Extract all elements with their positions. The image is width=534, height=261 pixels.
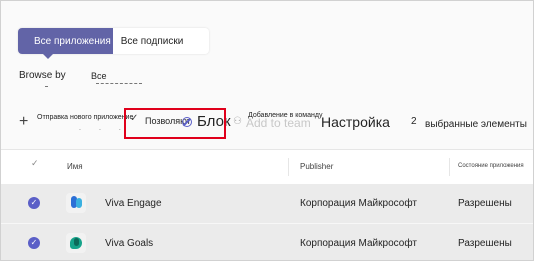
column-header-status[interactable]: Состояние приложения [458, 163, 524, 169]
select-all-checkbox[interactable]: ✓ [31, 158, 39, 169]
submit-new-app-button[interactable]: Отправка нового приложение [37, 114, 133, 121]
selected-count: 2 [411, 116, 417, 127]
app-name[interactable]: Viva Goals [105, 238, 153, 249]
column-header-name[interactable]: Имя [67, 162, 83, 171]
tab-all-apps[interactable]: Все приложения [18, 28, 113, 59]
app-name[interactable]: Viva Engage [105, 198, 162, 209]
browse-by-label: Browse by [19, 70, 66, 81]
app-frame: Все приложения Все подписки Browse by Вс… [0, 0, 534, 261]
browse-by-underline [96, 83, 142, 84]
add-to-team-button[interactable]: Добавление в команду [248, 112, 322, 119]
row-checkbox-checked[interactable]: ✓ [28, 197, 40, 209]
tab-all-subscriptions[interactable]: Все подписки [113, 28, 192, 54]
tab-bar: Все приложения Все подписки [18, 28, 209, 59]
column-header-publisher[interactable]: Publisher [300, 162, 333, 171]
highlight-box [124, 108, 226, 139]
settings-button[interactable]: Настройка [321, 114, 390, 130]
app-publisher: Корпорация Майкрософт [300, 238, 417, 249]
table-row[interactable]: ✓ Viva Engage Корпорация Майкрософт Разр… [1, 184, 533, 223]
app-status: Разрешены [458, 198, 512, 209]
toolbar: + Отправка нового приложение ... ✓ Позво… [1, 104, 533, 144]
row-checkbox-checked[interactable]: ✓ [28, 237, 40, 249]
viva-goals-icon [66, 233, 86, 253]
selected-items-label: выбранные элементы [425, 119, 527, 130]
table-header: ✓ Имя Publisher Состояние приложения [1, 149, 533, 185]
app-publisher: Корпорация Майкрософт [300, 198, 417, 209]
column-divider[interactable] [449, 158, 450, 176]
plus-icon[interactable]: + [19, 113, 28, 131]
column-divider[interactable] [288, 158, 289, 176]
people-add-icon: ⚇ [233, 116, 242, 127]
app-status: Разрешены [458, 238, 512, 249]
table-row[interactable]: ✓ Viva Goals Корпорация Майкрософт Разре… [1, 223, 533, 260]
viva-engage-icon [66, 193, 86, 213]
browse-by-marker [45, 86, 48, 87]
browse-by-dropdown[interactable]: Все [91, 71, 107, 81]
